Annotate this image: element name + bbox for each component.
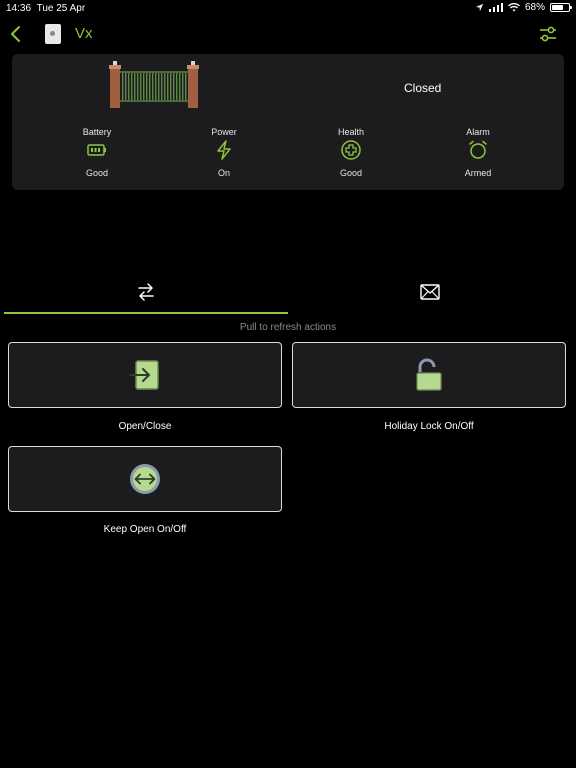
gate-status-text: Closed bbox=[404, 81, 442, 95]
active-tab-indicator bbox=[4, 312, 288, 314]
envelope-icon bbox=[420, 284, 440, 300]
wifi-icon bbox=[508, 3, 520, 12]
device-thumbnail bbox=[45, 24, 61, 44]
location-arrow-icon bbox=[475, 3, 484, 12]
metric-health: Health Good bbox=[311, 127, 391, 178]
pull-to-refresh-hint: Pull to refresh actions bbox=[239, 322, 337, 333]
status-date: Tue 25 Apr bbox=[36, 3, 86, 14]
holiday-lock-label: Holiday Lock On/Off bbox=[384, 421, 474, 432]
battery-percent: 68% bbox=[524, 2, 545, 13]
holiday-lock-button[interactable] bbox=[292, 342, 566, 408]
swap-arrows-icon bbox=[138, 283, 154, 301]
metric-battery-value: Good bbox=[85, 168, 109, 178]
nav-bar: Vx bbox=[0, 22, 576, 46]
tab-bar bbox=[0, 280, 576, 316]
open-close-label: Open/Close bbox=[118, 421, 172, 432]
status-time: 14:36 bbox=[6, 3, 32, 14]
metric-alarm-label: Alarm bbox=[466, 127, 490, 137]
status-time-date: 14:36 Tue 25 Apr bbox=[6, 3, 85, 14]
tab-actions[interactable] bbox=[4, 280, 288, 314]
keep-open-label: Keep Open On/Off bbox=[103, 524, 187, 535]
back-chevron-icon[interactable] bbox=[8, 24, 24, 44]
metric-alarm-value: Armed bbox=[464, 168, 492, 178]
open-close-button[interactable] bbox=[8, 342, 282, 408]
metric-battery: Battery Good bbox=[57, 127, 137, 178]
metric-health-label: Health bbox=[337, 127, 364, 137]
cellular-signal-icon bbox=[488, 3, 503, 12]
nav-title: Vx bbox=[75, 25, 93, 42]
metric-health-value: Good bbox=[339, 168, 363, 178]
health-cross-icon bbox=[341, 140, 361, 160]
status-bar: 14:36 Tue 25 Apr 68% bbox=[0, 0, 576, 16]
metric-alarm: Alarm Armed bbox=[438, 127, 518, 178]
double-arrow-circle-icon bbox=[130, 464, 160, 494]
lightning-icon bbox=[217, 140, 231, 160]
keep-open-button[interactable] bbox=[8, 446, 282, 512]
metric-power-value: On bbox=[217, 168, 230, 178]
metric-power-label: Power bbox=[211, 127, 237, 137]
enter-door-icon bbox=[129, 360, 159, 390]
device-status-card: Closed Battery Good Power On Health Good… bbox=[12, 54, 564, 190]
status-indicators: 68% bbox=[475, 2, 572, 13]
metric-power: Power On bbox=[184, 127, 264, 178]
status-battery-icon bbox=[550, 3, 572, 12]
alarm-clock-icon bbox=[469, 140, 487, 159]
filter-settings-icon[interactable] bbox=[538, 24, 558, 44]
open-padlock-icon bbox=[416, 358, 442, 391]
metric-battery-label: Battery bbox=[82, 127, 112, 137]
battery-icon bbox=[87, 144, 106, 156]
gate-image bbox=[109, 61, 199, 108]
tab-messages[interactable] bbox=[288, 280, 572, 314]
